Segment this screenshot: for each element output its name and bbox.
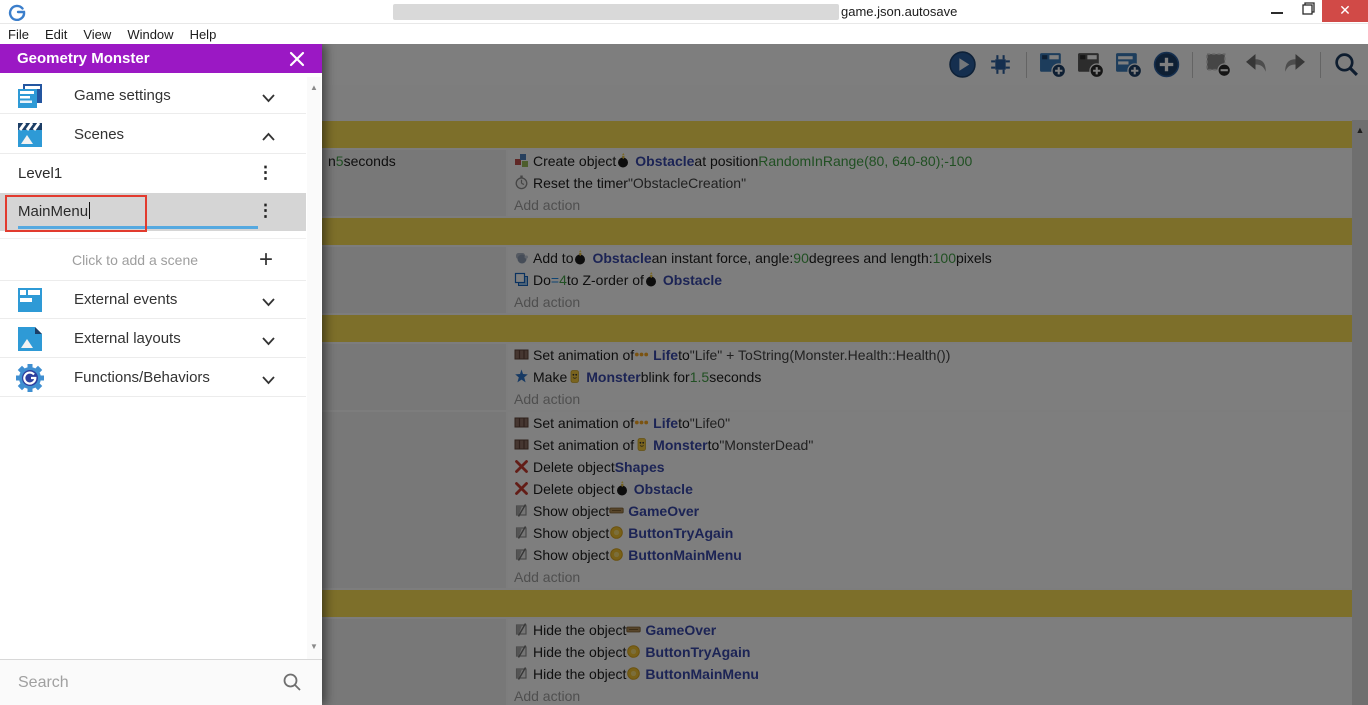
menu-file[interactable]: File: [0, 27, 37, 42]
window-title-redacted: [393, 4, 839, 20]
menu-window[interactable]: Window: [119, 27, 181, 42]
search-icon: [282, 672, 302, 692]
menu-view[interactable]: View: [75, 27, 119, 42]
drawer-item-scenes[interactable]: Scenes: [0, 116, 306, 154]
minimize-button[interactable]: [1262, 0, 1292, 22]
chevron-down-icon[interactable]: [261, 294, 276, 307]
search-row: [0, 659, 322, 705]
kebab-menu-icon[interactable]: ⋮: [257, 163, 274, 183]
drawer-item-label: External layouts: [74, 330, 181, 347]
functions-behaviors-icon: [15, 363, 45, 393]
close-window-button[interactable]: ✕: [1322, 0, 1368, 22]
annotation-highlight-rect: [5, 195, 147, 232]
drawer-item-game-settings[interactable]: Game settings: [0, 77, 306, 114]
chevron-up-icon[interactable]: [261, 129, 276, 141]
gdevelop-logo-icon: [8, 3, 26, 22]
restore-button[interactable]: [1292, 0, 1322, 22]
drawer-item-external-events[interactable]: External events: [0, 281, 306, 319]
scroll-up-icon[interactable]: ▲: [307, 83, 321, 92]
drawer-item-label: Functions/Behaviors: [74, 369, 210, 386]
close-drawer-button[interactable]: [286, 48, 308, 70]
drawer-item-external-layouts[interactable]: External layouts: [0, 320, 306, 358]
window-title: game.json.autosave: [841, 4, 958, 19]
menu-edit[interactable]: Edit: [37, 27, 75, 42]
game-settings-icon: [15, 81, 45, 111]
menu-help[interactable]: Help: [182, 27, 225, 42]
scroll-down-icon[interactable]: ▼: [307, 642, 321, 651]
chevron-down-icon[interactable]: [261, 372, 276, 385]
chevron-down-icon[interactable]: [261, 90, 276, 103]
kebab-menu-icon[interactable]: ⋮: [257, 201, 274, 221]
add-scene-label: Click to add a scene: [71, 252, 199, 268]
drawer-header: Geometry Monster: [0, 44, 322, 73]
menu-bar: File Edit View Window Help: [0, 24, 1368, 44]
scenes-icon: [15, 120, 45, 150]
drawer-item-label: External events: [74, 291, 178, 308]
drawer-scrollbar[interactable]: ▲ ▼: [307, 77, 321, 659]
project-drawer: Geometry Monster Game settings Scenes Le…: [0, 44, 322, 705]
external-layouts-icon: [15, 324, 45, 354]
search-input[interactable]: [18, 668, 268, 698]
gdevelop-window: n 5 secondsCreate object Obstacle at pos…: [0, 0, 1368, 705]
chevron-down-icon[interactable]: [261, 333, 276, 346]
external-events-icon: [15, 285, 45, 315]
plus-icon[interactable]: +: [259, 247, 273, 273]
drawer-item-label: Scenes: [74, 126, 125, 143]
scene-item-level1[interactable]: Level1 ⋮: [0, 155, 306, 193]
drawer-item-label: Game settings: [74, 87, 171, 104]
scene-name: Level1: [18, 165, 63, 182]
add-scene-row[interactable]: Click to add a scene +: [0, 238, 306, 281]
project-title: Geometry Monster: [17, 50, 150, 67]
title-bar: game.json.autosave ✕: [0, 0, 1368, 24]
drawer-item-functions-behaviors[interactable]: Functions/Behaviors: [0, 359, 306, 397]
